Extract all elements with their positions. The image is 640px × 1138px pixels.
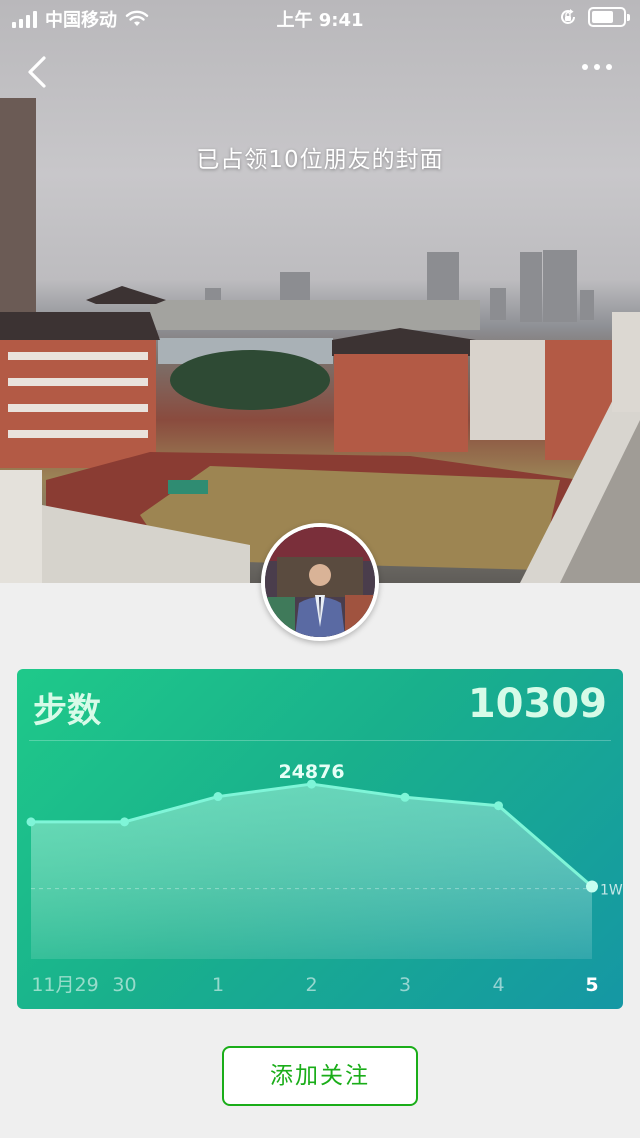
chevron-left-icon xyxy=(28,56,46,88)
back-button[interactable] xyxy=(22,52,52,92)
avatar[interactable] xyxy=(261,523,379,641)
x-tick-label: 3 xyxy=(399,974,411,996)
more-dot xyxy=(594,64,600,70)
more-dot xyxy=(606,64,612,70)
x-tick-label: 30 xyxy=(112,974,136,996)
x-tick-label: 5 xyxy=(585,974,598,996)
cover-photo[interactable]: 已占领10位朋友的封面 xyxy=(0,0,640,583)
data-point xyxy=(494,801,503,811)
x-tick-label: 1 xyxy=(212,974,224,996)
cover-caption: 已占领10位朋友的封面 xyxy=(196,147,444,173)
data-point xyxy=(26,817,36,827)
cover-scene xyxy=(0,98,640,583)
avatar-photo xyxy=(265,527,375,637)
battery-icon xyxy=(588,7,630,27)
data-point xyxy=(586,880,598,893)
more-dot xyxy=(582,64,588,70)
reference-label: 1W xyxy=(600,883,623,899)
steps-card[interactable]: 步数 10309 1W 24876 11月29 30 1 2 3 4 5 xyxy=(17,669,623,1009)
more-button[interactable] xyxy=(582,64,612,70)
x-tick-label: 11月29 xyxy=(31,974,98,996)
peak-label: 24876 xyxy=(278,761,344,783)
status-bar: 中国移动 上午 9:41 xyxy=(0,0,640,36)
data-point xyxy=(213,792,223,802)
steps-chart: 1W 24876 11月29 30 1 2 3 4 5 xyxy=(26,761,623,996)
add-follow-button[interactable]: 添加关注 xyxy=(222,1046,418,1106)
chart-area xyxy=(31,784,592,959)
x-tick-label: 4 xyxy=(492,974,504,996)
data-point xyxy=(120,817,129,827)
data-point xyxy=(400,792,410,802)
rotation-lock-icon xyxy=(561,9,575,24)
status-time: 上午 9:41 xyxy=(276,10,364,31)
x-tick-label: 2 xyxy=(305,974,317,996)
